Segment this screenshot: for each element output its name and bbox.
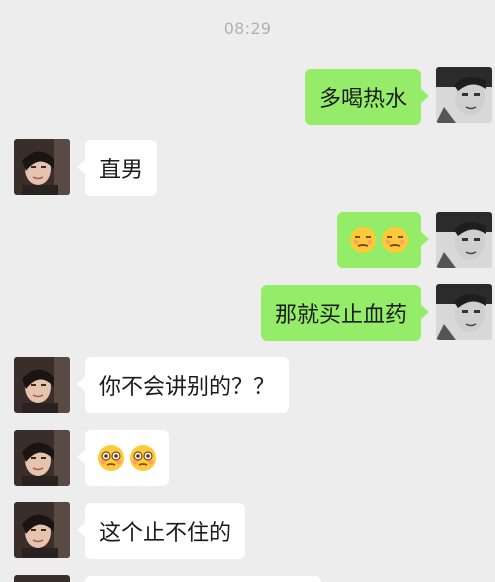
my-avatar[interactable] — [436, 212, 492, 268]
contact-avatar-photo — [14, 430, 70, 486]
contact-avatar[interactable] — [14, 575, 70, 582]
contact-avatar-photo — [14, 139, 70, 195]
message-timestamp: 08:29 — [223, 19, 272, 38]
contact-message-bubble[interactable]: 直男 — [76, 140, 158, 196]
flushed-face-icon — [129, 444, 157, 472]
chat-window: 08:29 多喝热水 直男 那就买止血药 你不会讲别的？？ 这个止不住的 — [0, 0, 495, 582]
unamused-face-icon — [381, 226, 409, 254]
message-text: 直男 — [99, 158, 144, 183]
unamused-face-icon — [349, 226, 377, 254]
contact-avatar[interactable] — [14, 139, 70, 195]
contact-avatar[interactable] — [14, 502, 70, 558]
contact-message-bubble[interactable] — [77, 430, 169, 486]
my-message-bubble[interactable] — [337, 212, 429, 268]
my-message-bubble[interactable]: 多喝热水 — [304, 69, 430, 125]
contact-avatar-photo — [14, 575, 70, 582]
my-avatar-photo — [436, 284, 492, 340]
flushed-face-icon — [97, 444, 125, 472]
message-text: 多喝热水 — [318, 87, 407, 112]
contact-avatar[interactable] — [14, 357, 70, 413]
contact-message-bubble[interactable]: 这个止不住的 — [76, 503, 246, 559]
my-avatar[interactable] — [436, 284, 492, 340]
message-text: 你不会讲别的？？ — [99, 375, 276, 400]
my-message-bubble[interactable]: 那就买止血药 — [260, 285, 430, 341]
message-text: 这个止不住的 — [99, 521, 232, 546]
message-text: 那就买止血药 — [274, 303, 407, 328]
contact-avatar[interactable] — [14, 430, 70, 486]
contact-message-bubble[interactable]: 你不会讲别的？？ — [76, 357, 290, 413]
my-avatar[interactable] — [436, 67, 492, 123]
my-avatar-photo — [436, 212, 492, 268]
my-avatar-photo — [436, 67, 492, 123]
contact-avatar-photo — [14, 502, 70, 558]
contact-message-bubble[interactable] — [85, 576, 321, 582]
contact-avatar-photo — [14, 357, 70, 413]
